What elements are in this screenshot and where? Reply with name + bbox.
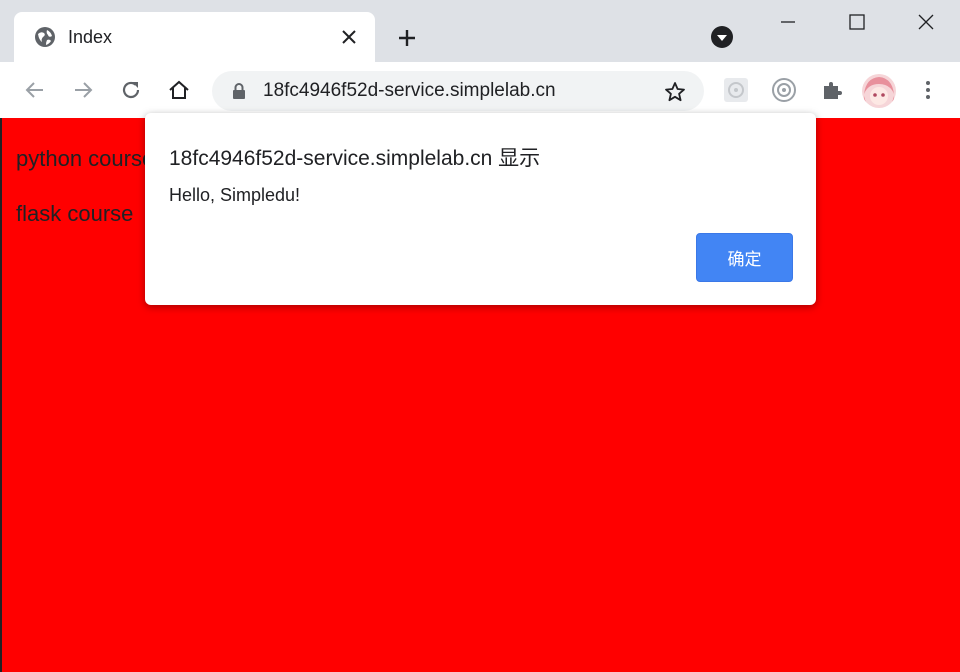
lock-icon[interactable] (230, 82, 248, 100)
browser-toolbar: 18fc4946f52d-service.simplelab.cn (0, 62, 960, 118)
puzzle-icon[interactable] (818, 76, 846, 104)
ok-button[interactable]: 确定 (696, 233, 793, 282)
tab-search-icon[interactable] (709, 24, 735, 50)
forward-icon[interactable] (69, 76, 97, 104)
more-icon[interactable] (914, 76, 942, 104)
address-bar[interactable]: 18fc4946f52d-service.simplelab.cn (212, 71, 704, 111)
dialog-message: Hello, Simpledu! (169, 185, 301, 205)
close-icon[interactable] (338, 26, 360, 48)
tab-strip: Index (0, 0, 960, 62)
home-icon[interactable] (165, 76, 193, 104)
extension-icon-2[interactable] (770, 76, 798, 104)
url-text[interactable]: 18fc4946f52d-service.simplelab.cn (263, 80, 556, 102)
alert-dialog: 18fc4946f52d-service.simplelab.cn 显示 Hel… (145, 113, 816, 305)
course-item-flask[interactable]: flask course (16, 201, 133, 227)
globe-icon (34, 26, 56, 48)
dialog-title: 18fc4946f52d-service.simplelab.cn 显示 (169, 147, 541, 170)
reload-icon[interactable] (117, 76, 145, 104)
avatar[interactable] (862, 74, 896, 108)
extension-icon[interactable] (722, 76, 750, 104)
plus-icon[interactable] (394, 25, 420, 51)
maximize-icon[interactable] (837, 6, 877, 38)
minimize-icon[interactable] (768, 6, 808, 38)
back-icon[interactable] (21, 76, 49, 104)
tab-index[interactable]: Index (14, 12, 375, 62)
course-item-python[interactable]: python course (16, 146, 154, 172)
window-close-icon[interactable] (906, 6, 946, 38)
tab-title: Index (68, 27, 113, 47)
star-icon[interactable] (663, 80, 687, 104)
